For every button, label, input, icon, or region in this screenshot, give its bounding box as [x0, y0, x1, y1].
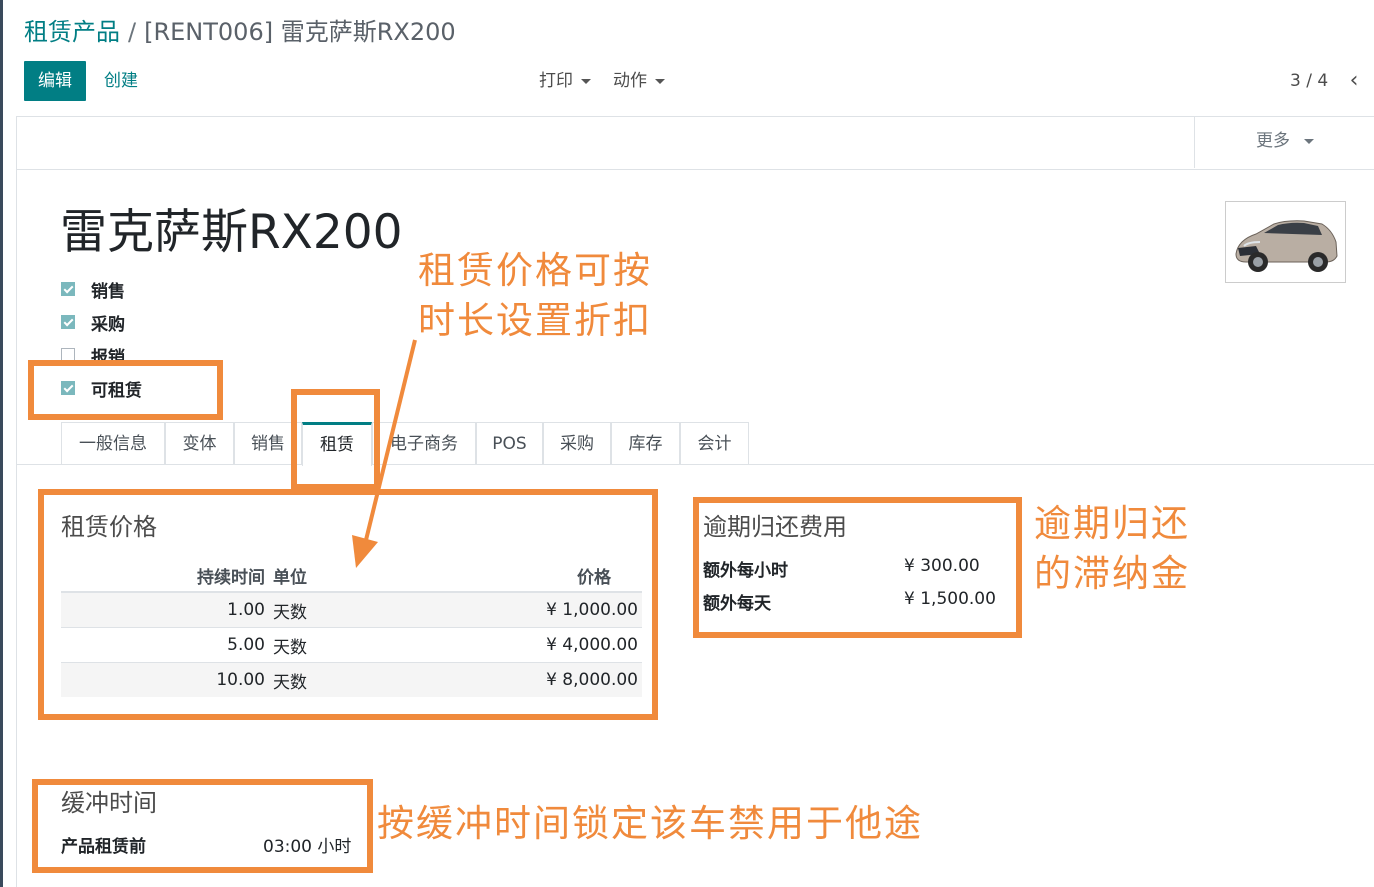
more-dropdown[interactable]: 更多 — [1194, 116, 1374, 168]
tab-accounting[interactable]: 会计 — [680, 422, 749, 464]
annotation-discount-line1: 租赁价格可按 — [418, 249, 652, 292]
annotation-buffer: 按缓冲时间锁定该车禁用于他途 — [377, 802, 923, 845]
tab-inventory[interactable]: 库存 — [611, 422, 680, 464]
annotation-discount-line2: 时长设置折扣 — [418, 299, 652, 342]
caret-down-icon — [1304, 138, 1314, 144]
option-purchase-label: 采购 — [91, 314, 125, 335]
sheet-border — [16, 116, 17, 887]
caret-down-icon — [655, 78, 665, 84]
product-image[interactable] — [1225, 201, 1346, 283]
breadcrumb: 租赁产品 / [RENT006] 雷克萨斯RX200 — [24, 16, 456, 48]
action-dropdown[interactable]: 动作 — [613, 61, 665, 101]
print-dropdown[interactable]: 打印 — [539, 61, 591, 101]
more-dropdown-label: 更多 — [1256, 131, 1290, 151]
breadcrumb-separator: / — [128, 18, 137, 46]
checkbox-checked-icon[interactable] — [61, 315, 75, 329]
annotation-arrow-icon — [352, 339, 417, 568]
tab-variants[interactable]: 变体 — [165, 422, 234, 464]
left-edge-strip — [0, 0, 3, 887]
option-sale[interactable]: 销售 — [61, 277, 125, 302]
status-bar — [17, 116, 1374, 170]
car-image — [1235, 220, 1338, 272]
product-name: 雷克萨斯RX200 — [60, 205, 403, 260]
create-button[interactable]: 创建 — [104, 61, 138, 101]
tab-pos[interactable]: POS — [476, 422, 543, 464]
tab-general-info[interactable]: 一般信息 — [61, 422, 165, 464]
option-purchase[interactable]: 采购 — [61, 310, 125, 335]
edit-button[interactable]: 编辑 — [24, 61, 86, 101]
tabs-baseline — [17, 464, 1374, 465]
breadcrumb-parent-link[interactable]: 租赁产品 — [24, 18, 120, 46]
pager-previous-button[interactable]: ‹ — [1344, 61, 1364, 101]
annotation-late-line2: 的滞纳金 — [1034, 552, 1190, 595]
breadcrumb-current: [RENT006] 雷克萨斯RX200 — [144, 18, 456, 46]
chevron-left-icon: ‹ — [1349, 68, 1359, 93]
print-dropdown-label: 打印 — [539, 71, 573, 91]
highlight-late-fee-box — [693, 497, 1022, 638]
highlight-rentable-box — [28, 360, 223, 420]
tab-purchase[interactable]: 采购 — [543, 422, 611, 464]
annotation-late-line1: 逾期归还 — [1034, 502, 1190, 545]
option-sale-label: 销售 — [91, 281, 125, 302]
checkbox-checked-icon[interactable] — [61, 282, 75, 296]
pager-value[interactable]: 3 / 4 — [1290, 61, 1328, 101]
action-dropdown-label: 动作 — [613, 71, 647, 91]
highlight-buffer-box — [32, 779, 373, 873]
caret-down-icon — [581, 78, 591, 84]
